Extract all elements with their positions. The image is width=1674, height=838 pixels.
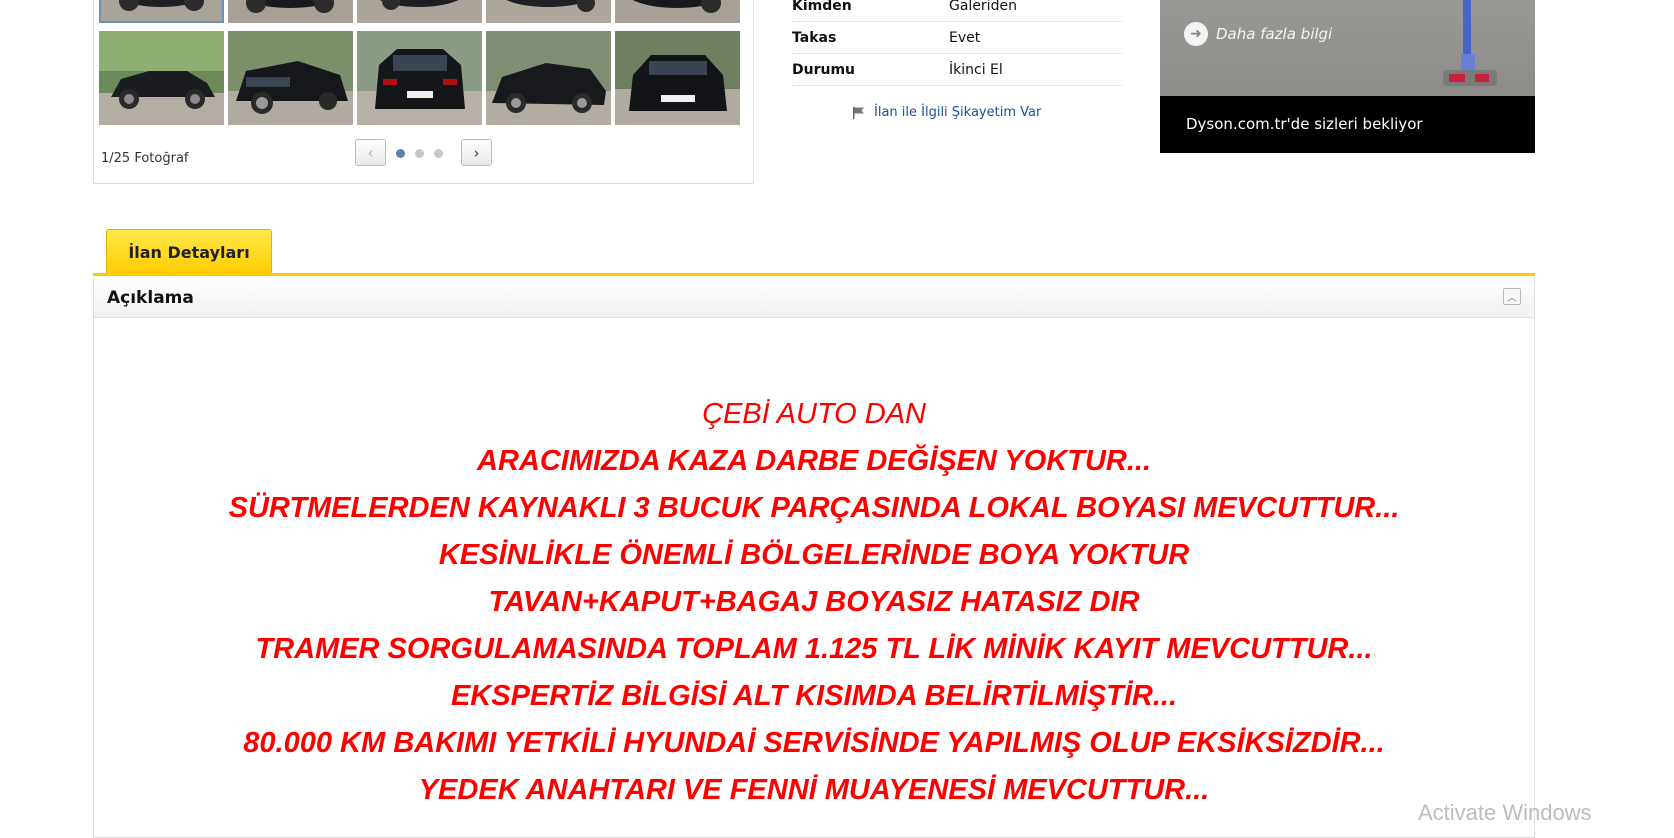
thumbnail-1[interactable] bbox=[99, 0, 224, 23]
description-title: Açıklama bbox=[107, 288, 194, 308]
complaint-link[interactable]: İlan ile İlgili Şikayetim Var bbox=[852, 105, 1041, 120]
thumbnail-3[interactable] bbox=[357, 0, 482, 23]
chevron-left-icon: ‹ bbox=[367, 143, 374, 162]
info-row-takas: Takas Evet bbox=[792, 22, 1122, 54]
description-panel: Açıklama ︿ ÇEBİ AUTO DAN ARACIMIZDA KAZA… bbox=[93, 278, 1535, 838]
description-line: TRAMER SORGULAMASINDA TOPLAM 1.125 TL Lİ… bbox=[255, 633, 1373, 665]
ad-tagline-bar: Dyson.com.tr'de sizleri bekliyor bbox=[1160, 96, 1535, 153]
dyson-advertisement[interactable]: ➜ Daha fazla bilgi Dyson.com.tr'de sizle… bbox=[1160, 0, 1535, 153]
info-row-durumu: Durumu İkinci El bbox=[792, 54, 1122, 86]
flag-icon bbox=[853, 106, 864, 119]
listing-info-table: Kimden Galeriden Takas Evet Durumu İkinc… bbox=[792, 0, 1122, 86]
thumbnail-5[interactable] bbox=[615, 0, 740, 23]
collapse-button[interactable]: ︿ bbox=[1503, 288, 1521, 305]
info-key: Takas bbox=[792, 30, 837, 46]
tab-label: İlan Detayları bbox=[128, 242, 250, 262]
thumbnail-9[interactable] bbox=[486, 31, 611, 125]
thumbnail-2[interactable] bbox=[228, 0, 353, 23]
thumbnail-4[interactable] bbox=[486, 0, 611, 23]
arrow-right-circle-icon: ➜ bbox=[1184, 22, 1208, 46]
description-line: EKSPERTİZ BİLGİSİ ALT KISIMDA BELİRTİLMİ… bbox=[450, 680, 1178, 712]
tab-underline bbox=[93, 273, 1535, 276]
info-value: İkinci El bbox=[949, 62, 1003, 78]
photo-count: 1/25 Fotoğraf bbox=[101, 151, 189, 166]
info-key: Durumu bbox=[792, 62, 856, 78]
info-row-kimden: Kimden Galeriden bbox=[792, 0, 1122, 22]
description-line: YEDEK ANAHTARI VE FENNİ MUAYENESİ MEVCUT… bbox=[418, 774, 1210, 806]
description-line: TAVAN+KAPUT+BAGAJ BOYASIZ HATASIZ DIR bbox=[488, 586, 1140, 618]
ad-tagline: Dyson.com.tr'de sizleri bekliyor bbox=[1186, 115, 1423, 133]
activate-windows-watermark: Activate Windows bbox=[1418, 800, 1592, 825]
description-line: 80.000 KM BAKIMI YETKİLİ HYUNDAİ SERVİSİ… bbox=[243, 727, 1385, 759]
description-panel-header: Açıklama ︿ bbox=[94, 278, 1534, 318]
ad-more-info-label: Daha fazla bilgi bbox=[1216, 25, 1333, 43]
description-line: ÇEBİ AUTO DAN bbox=[702, 398, 926, 430]
next-photos-button[interactable]: › bbox=[461, 139, 492, 166]
description-line: SÜRTMELERDEN KAYNAKLI 3 BUCUK PARÇASINDA… bbox=[228, 492, 1400, 524]
pagination-dot-1[interactable] bbox=[396, 149, 405, 158]
photo-gallery: 1/25 Fotoğraf ‹ › bbox=[93, 0, 754, 184]
info-key: Kimden bbox=[792, 0, 852, 14]
description-line: ARACIMIZDA KAZA DARBE DEĞİŞEN YOKTUR... bbox=[477, 445, 1151, 477]
pagination-dot-2[interactable] bbox=[415, 149, 424, 158]
info-value: Galeriden bbox=[949, 0, 1017, 14]
description-line: KESİNLİKLE ÖNEMLİ BÖLGELERİNDE BOYA YOKT… bbox=[438, 539, 1190, 571]
description-text: ÇEBİ AUTO DAN ARACIMIZDA KAZA DARBE DEĞİ… bbox=[94, 391, 1534, 814]
chevron-up-icon: ︿ bbox=[1507, 293, 1517, 304]
vacuum-image bbox=[1443, 0, 1497, 86]
complaint-link-label: İlan ile İlgili Şikayetim Var bbox=[874, 105, 1042, 120]
thumbnail-6[interactable] bbox=[99, 31, 224, 125]
thumbnail-10[interactable] bbox=[615, 31, 740, 125]
thumbnail-8[interactable] bbox=[357, 31, 482, 125]
previous-photos-button[interactable]: ‹ bbox=[355, 139, 386, 166]
info-value: Evet bbox=[949, 30, 981, 46]
thumbnail-7[interactable] bbox=[228, 31, 353, 125]
tab-ilan-detaylari[interactable]: İlan Detayları bbox=[106, 229, 272, 274]
pagination-dot-3[interactable] bbox=[434, 149, 443, 158]
ad-more-info[interactable]: ➜ Daha fazla bilgi bbox=[1184, 22, 1332, 46]
chevron-right-icon: › bbox=[473, 143, 480, 162]
